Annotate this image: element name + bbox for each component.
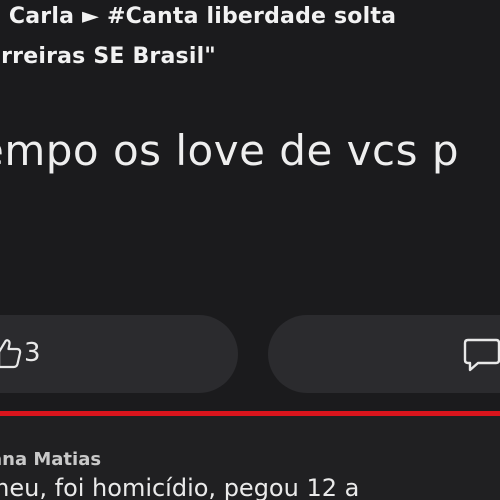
like-count: 3: [24, 338, 41, 368]
screenshot-frame: a Carla ► #Canta liberdade solta erreira…: [0, 0, 500, 500]
post-header-title[interactable]: a Carla ► #Canta liberdade solta: [0, 4, 396, 29]
comment-text: meu, foi homicídio, pegou 12 a: [0, 474, 360, 500]
post-header-subtitle: erreiras SE Brasil": [0, 44, 216, 69]
thumbs-up-icon: [0, 339, 22, 369]
post-text: empo os love de vcs p: [0, 126, 459, 175]
comment-author[interactable]: ana Matias: [0, 449, 101, 470]
comment-icon: [463, 338, 500, 372]
